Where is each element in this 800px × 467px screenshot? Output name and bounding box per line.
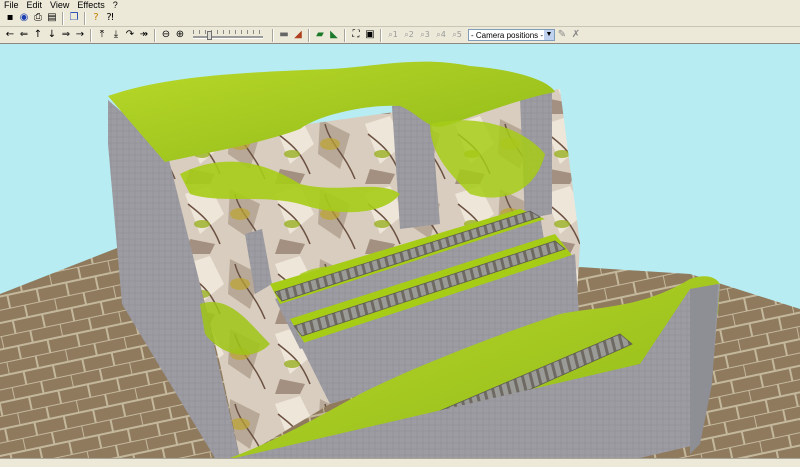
- camera-edit-icon[interactable]: ✎: [556, 29, 568, 41]
- arrow-right-icon[interactable]: →: [74, 29, 86, 41]
- menu-edit[interactable]: Edit: [23, 0, 47, 10]
- grass-icon[interactable]: ◣: [328, 29, 340, 41]
- zoom-slider[interactable]: [191, 29, 265, 41]
- zoom-slider-track: [193, 36, 263, 39]
- toolbar-separator: [272, 28, 274, 42]
- arrow-down-icon[interactable]: ↓: [46, 29, 58, 41]
- rail-icon[interactable]: ▬: [278, 29, 290, 41]
- menu-view[interactable]: View: [46, 0, 73, 10]
- menu-effects[interactable]: Effects: [73, 0, 108, 10]
- context-help-icon[interactable]: ⁈: [104, 12, 116, 24]
- camera-slot-2[interactable]: ⌕ 2: [402, 29, 416, 41]
- arrow-up-icon[interactable]: ↑: [32, 29, 44, 41]
- toolbar-separator: [380, 28, 382, 42]
- arrow-right-hand-icon[interactable]: ⇒: [60, 29, 72, 41]
- copy-icon[interactable]: ❐: [68, 12, 80, 24]
- menu-file[interactable]: File: [0, 0, 23, 10]
- fly-curve-icon[interactable]: ↷: [124, 29, 136, 41]
- zoom-out-icon[interactable]: ⊖: [160, 29, 172, 41]
- print-icon[interactable]: ⎙: [32, 12, 44, 24]
- fly-up-icon[interactable]: ⤒: [96, 29, 108, 41]
- toolbar-separator: [90, 28, 92, 42]
- zoom-slider-ticks: [193, 30, 263, 34]
- camera-slot-5[interactable]: ⌕ 5: [450, 29, 464, 41]
- camera-delete-icon[interactable]: ✗: [570, 29, 582, 41]
- arrow-left-hand-icon[interactable]: ⇐: [18, 29, 30, 41]
- camera-positions-label: - Camera positions -: [471, 30, 544, 40]
- camera-slot-1[interactable]: ⌕ 1: [386, 29, 400, 41]
- menu-help[interactable]: ?: [109, 0, 122, 10]
- navigation-toolbar: ← ⇐ ↑ ↓ ⇒ → ⤒ ⤓ ↷ ↠ ⊖ ⊕ ▬ ◢ ▰ ◣ ⛶ ▣ ⌕ 1 ⌕…: [0, 27, 800, 44]
- fit-view-icon[interactable]: ⛶: [350, 29, 362, 41]
- fly-down-icon[interactable]: ⤓: [110, 29, 122, 41]
- main-toolbar: ▪ ◉ ⎙ ▤ ❐ ? ⁈: [0, 10, 800, 27]
- camera-positions-select[interactable]: - Camera positions - ▼: [468, 29, 555, 41]
- zoom-in-icon[interactable]: ⊕: [174, 29, 186, 41]
- zoom-slider-thumb[interactable]: [207, 31, 213, 40]
- toolbar-separator: [344, 28, 346, 42]
- save-icon[interactable]: ▪: [4, 12, 16, 24]
- train-icon[interactable]: ▰: [314, 29, 326, 41]
- status-bar: [0, 458, 800, 467]
- camera-icon[interactable]: ◉: [18, 12, 30, 24]
- tunnel-icon[interactable]: ◢: [292, 29, 304, 41]
- toolbar-separator: [62, 11, 64, 25]
- camera-slot-3[interactable]: ⌕ 3: [418, 29, 432, 41]
- fly-forward-icon[interactable]: ↠: [138, 29, 150, 41]
- menu-bar: File Edit View Effects ?: [0, 0, 800, 10]
- arrow-left-icon[interactable]: ←: [4, 29, 16, 41]
- help-icon[interactable]: ?: [90, 12, 102, 24]
- chevron-down-icon[interactable]: ▼: [544, 30, 554, 40]
- camera-slot-4[interactable]: ⌕ 4: [434, 29, 448, 41]
- scene-canvas: [0, 61, 800, 458]
- toolbar-separator: [84, 11, 86, 25]
- toolbar-separator: [308, 28, 310, 42]
- print-preview-icon[interactable]: ▤: [46, 12, 58, 24]
- toolbar-separator: [154, 28, 156, 42]
- screenshot-icon[interactable]: ▣: [364, 29, 376, 41]
- 3d-viewport[interactable]: [0, 44, 800, 458]
